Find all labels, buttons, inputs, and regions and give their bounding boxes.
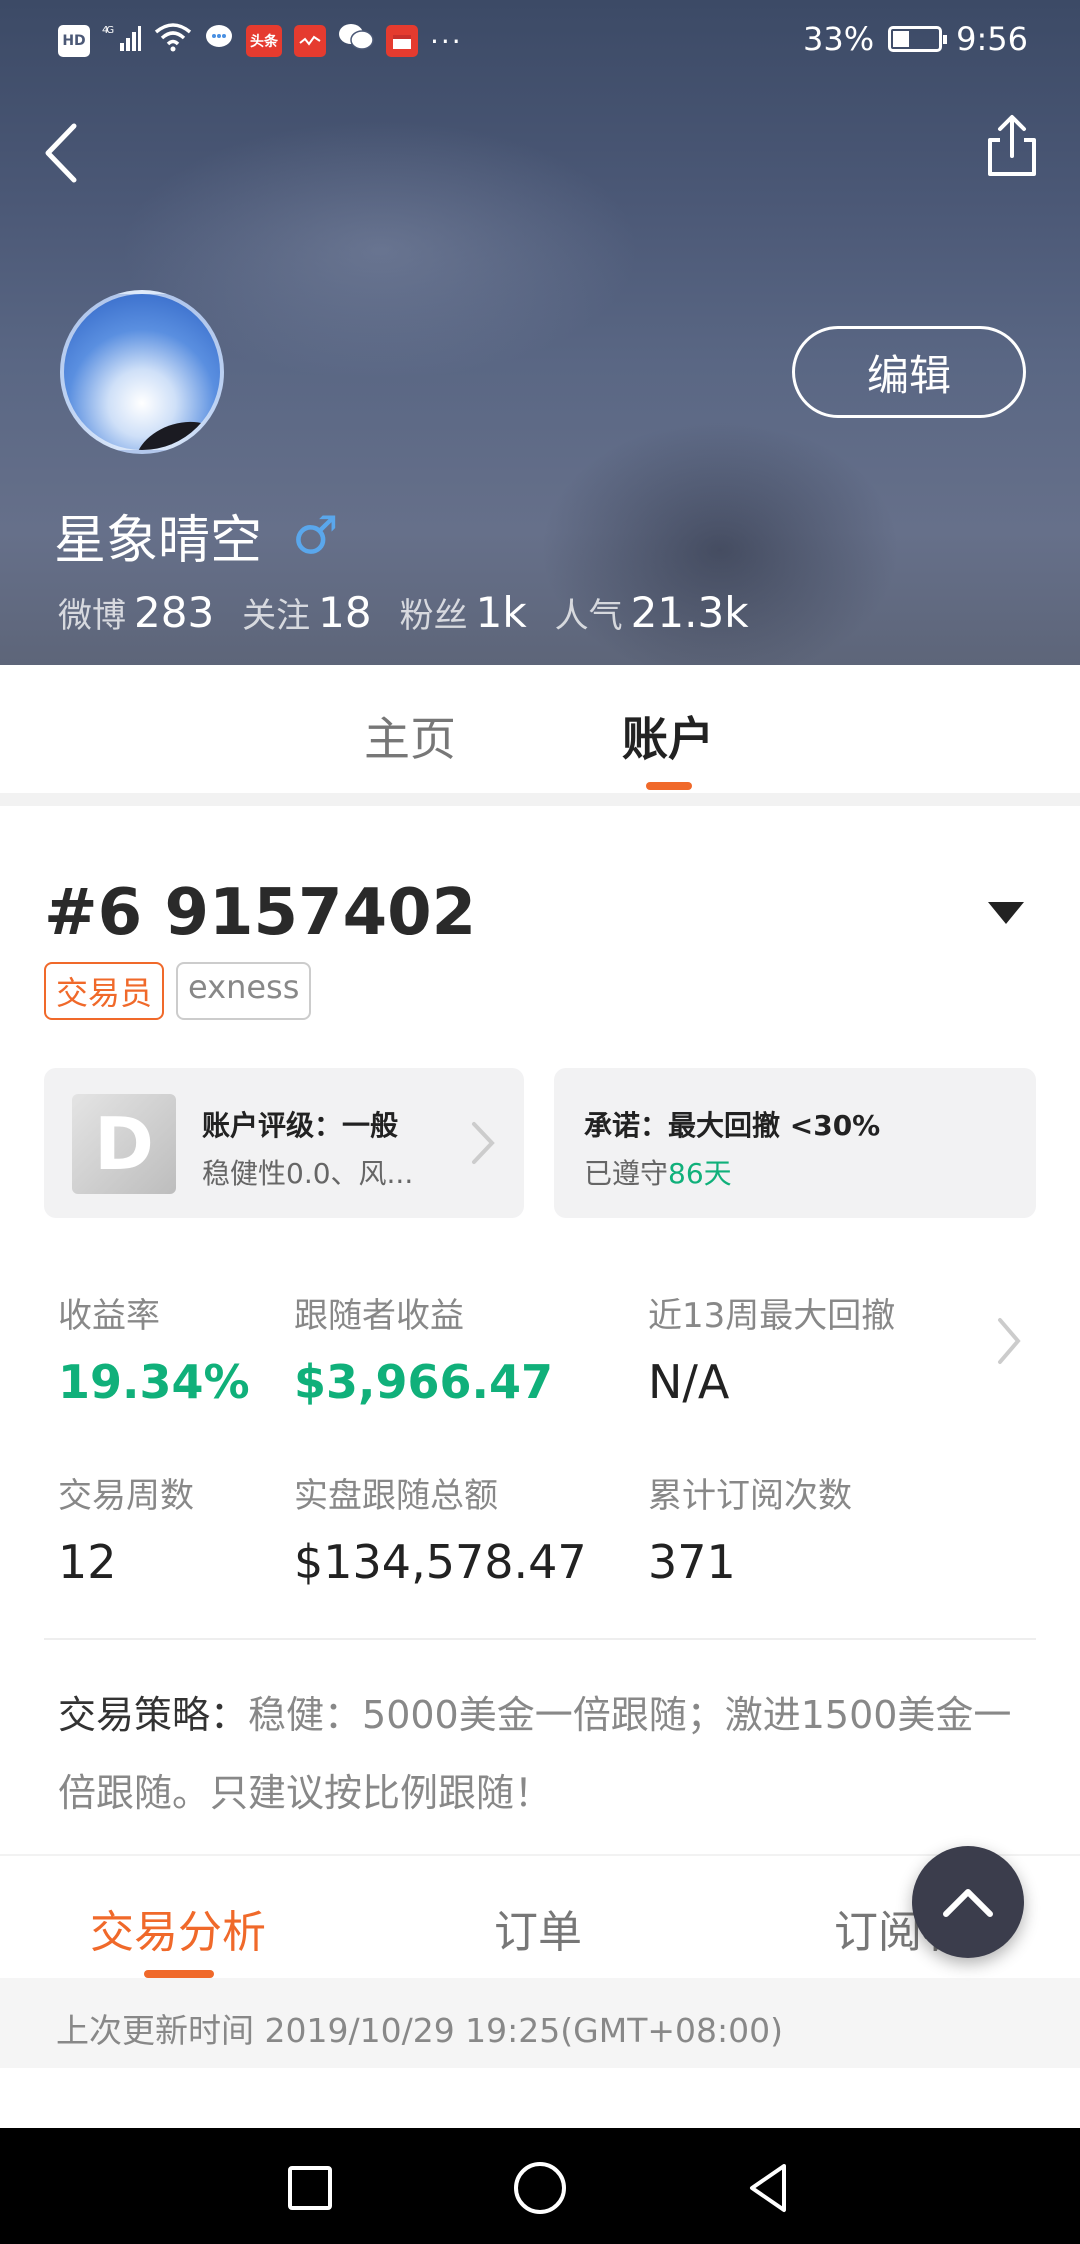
account-tags: 交易员 exness <box>44 962 312 1020</box>
metric-trading-weeks: 交易周数 12 <box>58 1476 194 1589</box>
rating-title: 账户评级：一般 <box>202 1109 399 1142</box>
strategy-label: 交易策略： <box>58 1693 249 1737</box>
account-rating-box[interactable]: D 账户评级：一般 稳健性0.0、风... <box>44 1068 524 1218</box>
battery-percent: 33% <box>803 20 875 58</box>
wifi-icon <box>154 22 192 60</box>
tag-trader: 交易员 <box>44 962 165 1020</box>
scroll-to-top-button[interactable] <box>912 1846 1024 1958</box>
system-nav-bar <box>0 2128 1080 2244</box>
account-number: #6 9157402 <box>44 876 477 950</box>
toutiao-icon: 头条 <box>246 25 282 57</box>
triangle-back-icon <box>750 2164 786 2212</box>
male-gender-icon: ♂ <box>292 505 339 566</box>
trading-strategy: 交易策略：稳健：5000美金一倍跟随；激进1500美金一倍跟随。只建议按比例跟随… <box>58 1676 1018 1832</box>
rating-subtitle: 稳健性0.0、风... <box>202 1157 414 1190</box>
back-arrow-icon <box>45 123 77 183</box>
share-icon <box>988 115 1036 176</box>
divider <box>44 1638 1036 1640</box>
recents-button[interactable] <box>278 2156 342 2220</box>
chat-bubble-icon <box>204 22 234 60</box>
share-button[interactable] <box>982 112 1042 182</box>
last-update-time: 上次更新时间 2019/10/29 19:25(GMT+08:00) <box>0 1978 1080 2068</box>
tab-home[interactable]: 主页 <box>364 703 456 769</box>
chevron-right-icon <box>472 1122 495 1164</box>
metric-max-drawdown[interactable]: 近13周最大回撤 N/A <box>648 1288 895 1409</box>
svg-text:4G: 4G <box>102 25 113 36</box>
account-card: #6 9157402 交易员 exness D 账户评级：一般 稳健性0.0、风… <box>0 806 1080 1854</box>
analysis-tab-indicator <box>144 1970 214 1978</box>
metric-follower-profit: 跟随者收益 $3,966.47 <box>294 1296 553 1409</box>
profile-stats: 微博 283 关注 18 粉丝 1k 人气 21.3k <box>58 588 749 637</box>
tab-account[interactable]: 账户 <box>622 703 714 769</box>
promise-title: 承诺：最大回撤 <30% <box>584 1109 881 1142</box>
profile-header: HD 4G 头条 ··· 33% 9:56 编辑 星象晴空 ♂ 微博 283 关… <box>0 0 1080 665</box>
app-red-icon <box>294 25 326 57</box>
metric-subscription-count: 累计订阅次数 371 <box>648 1476 852 1589</box>
tab-indicator <box>646 782 692 790</box>
edit-profile-button[interactable]: 编辑 <box>792 326 1026 418</box>
status-right: 33% 9:56 <box>803 20 1028 58</box>
stat-popularity: 人气 21.3k <box>554 588 749 637</box>
stat-following[interactable]: 关注 18 <box>242 588 371 637</box>
rating-grade-badge: D <box>72 1094 176 1194</box>
clock: 9:56 <box>956 20 1028 58</box>
wechat-icon <box>338 22 374 60</box>
content-area <box>0 2068 1080 2128</box>
calendar-icon <box>386 25 418 57</box>
tag-broker: exness <box>176 962 312 1020</box>
promise-box: 承诺：最大回撤 <30% 已遵守86天 <box>554 1068 1036 1218</box>
account-dropdown-icon[interactable] <box>988 902 1024 924</box>
4g-signal-icon: 4G <box>102 23 142 59</box>
chevron-right-icon[interactable] <box>994 1314 1024 1368</box>
promise-kept-days: 86天 <box>668 1157 732 1190</box>
stat-weibo[interactable]: 微博 283 <box>58 588 214 637</box>
tab-orders[interactable]: 订单 <box>494 1896 582 1960</box>
promise-kept: 已遵守86天 <box>584 1157 732 1190</box>
status-icons: HD 4G 头条 ··· <box>58 22 463 60</box>
home-button[interactable] <box>508 2156 572 2220</box>
stat-followers[interactable]: 粉丝 1k <box>400 588 527 637</box>
chevron-up-icon <box>943 1889 993 1917</box>
circle-icon <box>514 2162 566 2214</box>
nav-back-button[interactable] <box>738 2156 802 2220</box>
avatar[interactable] <box>60 290 224 454</box>
tab-trade-analysis[interactable]: 交易分析 <box>90 1896 266 1960</box>
square-icon <box>288 2166 332 2210</box>
metric-return-rate: 收益率 19.34% <box>58 1296 250 1409</box>
back-button[interactable] <box>38 118 88 188</box>
username-row: 星象晴空 ♂ <box>54 498 339 573</box>
status-bar: HD 4G 头条 ··· 33% 9:56 <box>0 0 1080 80</box>
username: 星象晴空 <box>54 511 263 571</box>
hd-icon: HD <box>58 25 90 57</box>
more-dots-icon: ··· <box>430 24 463 58</box>
profile-tabs: 主页 账户 <box>0 665 1080 793</box>
metric-total-following: 实盘跟随总额 $134,578.47 <box>294 1476 587 1589</box>
battery-icon <box>888 26 948 52</box>
